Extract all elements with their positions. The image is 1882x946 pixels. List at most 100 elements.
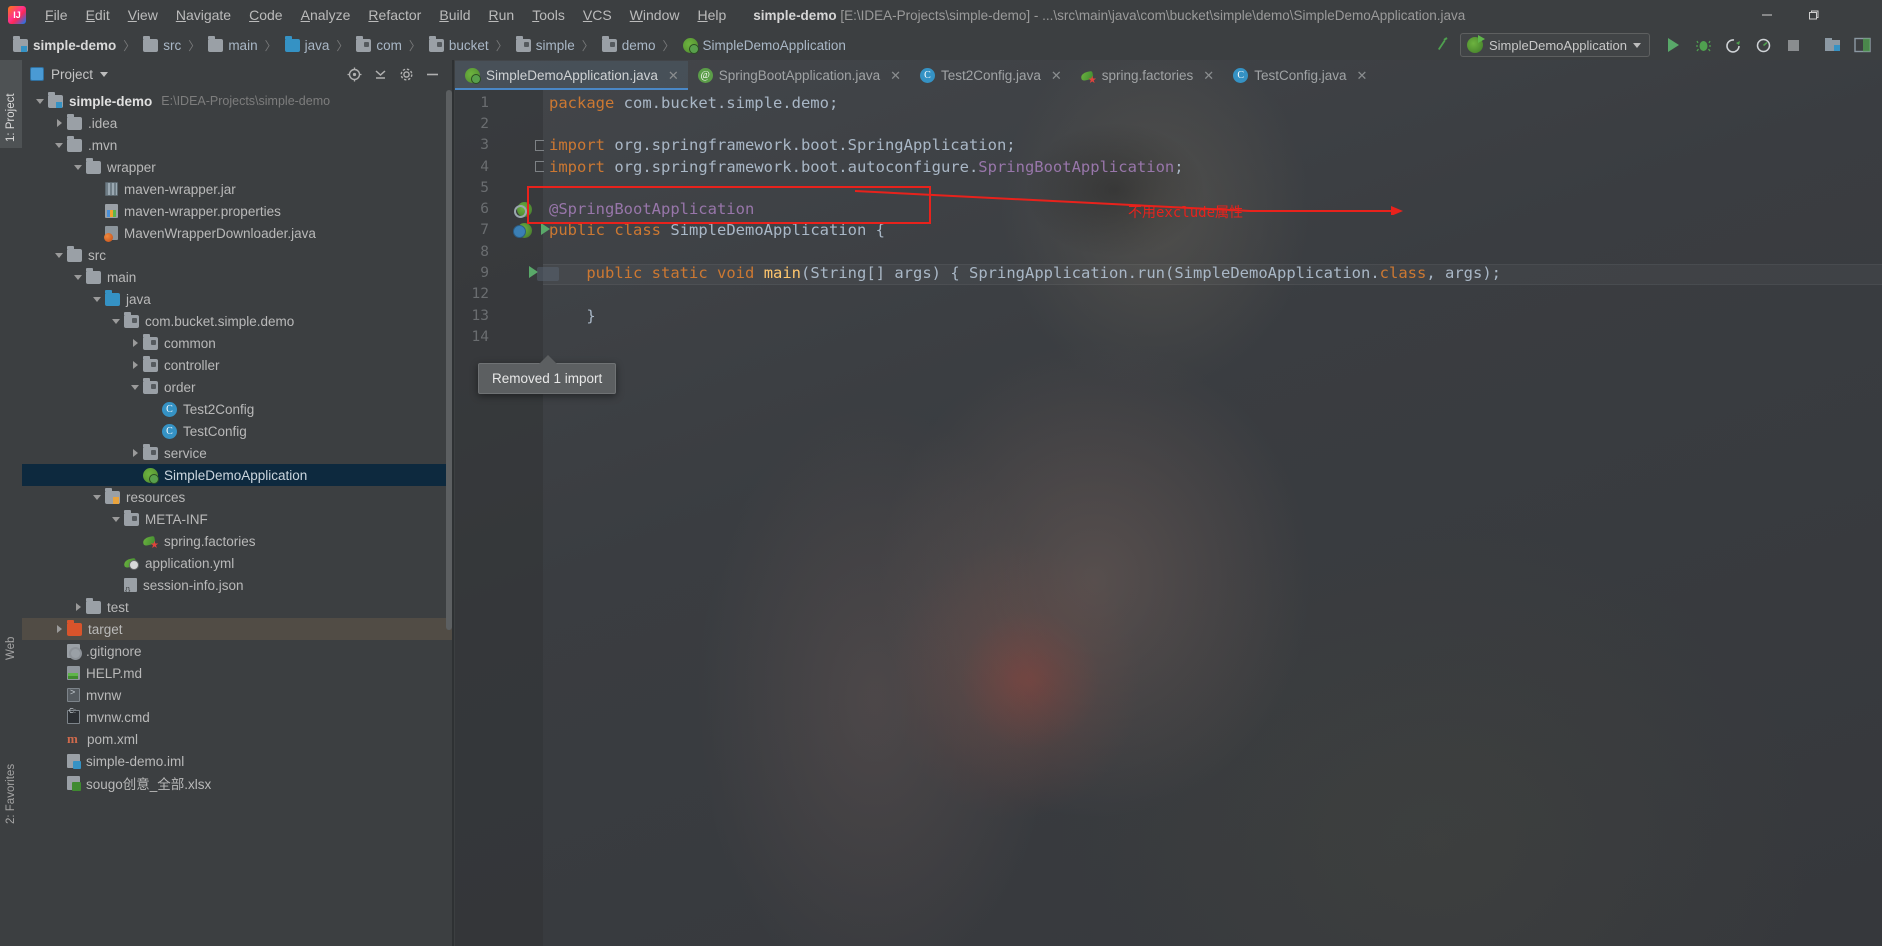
close-tab-icon[interactable]: ✕: [1357, 68, 1368, 84]
menu-view[interactable]: View: [119, 4, 167, 26]
tree-row-session-info-json[interactable]: session-info.json: [22, 574, 453, 596]
menu-run[interactable]: Run: [479, 4, 523, 26]
locate-icon[interactable]: [346, 66, 363, 83]
editor-tab-simpledemoapplication-java[interactable]: SimpleDemoApplication.java ✕: [455, 61, 688, 90]
menu-vcs[interactable]: VCS: [574, 4, 621, 26]
code-fold-icon[interactable]: [535, 161, 544, 173]
hide-panel-icon[interactable]: [424, 66, 441, 83]
tree-row-test2config[interactable]: C Test2Config: [22, 398, 453, 420]
tree-row--mvn[interactable]: .mvn: [22, 134, 453, 156]
build-icon[interactable]: [1430, 33, 1456, 57]
gutter-marker-area[interactable]: [489, 326, 543, 347]
breadcrumb-item-bucket[interactable]: bucket 〉: [424, 30, 511, 60]
terminal-icon[interactable]: [1850, 33, 1876, 57]
tree-row-pom-xml[interactable]: m pom.xml: [22, 728, 453, 750]
stripe-button-web[interactable]: Web: [0, 600, 22, 666]
stripe-button-favorites[interactable]: 2: Favorites: [0, 720, 22, 830]
menu-file[interactable]: File: [36, 4, 77, 26]
panel-divider[interactable]: [452, 60, 454, 946]
menu-navigate[interactable]: Navigate: [167, 4, 240, 26]
gutter-marker-area[interactable]: [489, 92, 543, 113]
tree-row--idea[interactable]: .idea: [22, 112, 453, 134]
project-file-tree[interactable]: simple-demo E:\IDEA-Projects\simple-demo.…: [22, 88, 453, 946]
tree-row-main[interactable]: main: [22, 266, 453, 288]
run-gutter-icon[interactable]: [541, 222, 550, 235]
menu-code[interactable]: Code: [240, 4, 291, 26]
tree-row-service[interactable]: service: [22, 442, 453, 464]
gutter-marker-area[interactable]: [489, 220, 550, 241]
breadcrumb-item-simple-demo[interactable]: simple-demo 〉: [8, 30, 138, 60]
gutter-marker-area[interactable]: [489, 177, 543, 198]
code-fold-icon[interactable]: [535, 139, 544, 151]
tree-row-src[interactable]: src: [22, 244, 453, 266]
menu-help[interactable]: Help: [688, 4, 735, 26]
debug-icon[interactable]: [1690, 33, 1716, 57]
tree-expander-down-icon[interactable]: [89, 288, 105, 310]
tree-row-maven-wrapper-jar[interactable]: maven-wrapper.jar: [22, 178, 453, 200]
chevron-down-icon[interactable]: [100, 71, 109, 77]
tree-row-application-yml[interactable]: application.yml: [22, 552, 453, 574]
tree-expander-down-icon[interactable]: [127, 376, 143, 398]
tree-expander-down-icon[interactable]: [70, 266, 86, 288]
breadcrumb-item-main[interactable]: main 〉: [203, 30, 279, 60]
gutter-marker-area[interactable]: [489, 241, 543, 262]
tree-expander-down-icon[interactable]: [108, 310, 124, 332]
tree-row-simple-demo-iml[interactable]: simple-demo.iml: [22, 750, 453, 772]
spring-bean-gutter-icon[interactable]: [514, 201, 532, 218]
maximize-restore-icon[interactable]: [1790, 0, 1836, 30]
close-tab-icon[interactable]: ✕: [668, 68, 679, 84]
tree-row-wrapper[interactable]: wrapper: [22, 156, 453, 178]
tree-row-spring-factories[interactable]: spring.factories: [22, 530, 453, 552]
gear-icon[interactable]: [398, 66, 415, 83]
collapse-all-icon[interactable]: [372, 66, 389, 83]
close-tab-icon[interactable]: ✕: [890, 68, 901, 84]
close-tab-icon[interactable]: ✕: [1203, 68, 1214, 84]
tree-row-simpledemoapplication[interactable]: SimpleDemoApplication: [22, 464, 453, 486]
tree-expander-right-icon[interactable]: [127, 354, 143, 376]
run-with-coverage-icon[interactable]: [1720, 33, 1746, 57]
tree-row-controller[interactable]: controller: [22, 354, 453, 376]
project-structure-icon[interactable]: [1820, 33, 1846, 57]
tree-row-target[interactable]: target: [22, 618, 453, 640]
tree-row-order[interactable]: order: [22, 376, 453, 398]
spring-bean-gutter-icon[interactable]: [513, 222, 532, 238]
editor-tab-spring-factories[interactable]: spring.factories ✕: [1071, 61, 1223, 90]
tree-row-mavenwrapperdownloader-java[interactable]: MavenWrapperDownloader.java: [22, 222, 453, 244]
minimize-button[interactable]: [1744, 0, 1790, 30]
tree-row-maven-wrapper-properties[interactable]: maven-wrapper.properties: [22, 200, 453, 222]
tree-row-common[interactable]: common: [22, 332, 453, 354]
editor-scroll-rail[interactable]: [1869, 90, 1882, 946]
gutter-marker-area[interactable]: [489, 135, 544, 156]
menu-edit[interactable]: Edit: [77, 4, 119, 26]
tree-expander-right-icon[interactable]: [51, 112, 67, 134]
tree-row-help-md[interactable]: HELP.md: [22, 662, 453, 684]
breadcrumb-item-simpledemoapplication[interactable]: SimpleDemoApplication: [678, 30, 849, 60]
tree-row-sougo创意_全部-xlsx[interactable]: sougo创意_全部.xlsx: [22, 772, 453, 794]
editor-tab-test2config-java[interactable]: C Test2Config.java ✕: [910, 61, 1071, 90]
close-button[interactable]: [1836, 0, 1882, 30]
menu-window[interactable]: Window: [621, 4, 689, 26]
tree-row-resources[interactable]: resources: [22, 486, 453, 508]
gutter-marker-area[interactable]: [489, 199, 543, 220]
menu-analyze[interactable]: Analyze: [292, 4, 360, 26]
tree-expander-down-icon[interactable]: [32, 90, 48, 112]
profile-icon[interactable]: [1750, 33, 1776, 57]
tree-row-meta-inf[interactable]: META-INF: [22, 508, 453, 530]
folded-code-placeholder[interactable]: [537, 266, 559, 281]
editor-tab-testconfig-java[interactable]: C TestConfig.java ✕: [1223, 61, 1376, 90]
tree-row-com-bucket-simple-demo[interactable]: com.bucket.simple.demo: [22, 310, 453, 332]
tree-expander-right-icon[interactable]: [70, 596, 86, 618]
breadcrumb-item-com[interactable]: com 〉: [351, 30, 424, 60]
tree-expander-right-icon[interactable]: [51, 618, 67, 640]
gutter-marker-area[interactable]: [489, 305, 543, 326]
breadcrumb-item-src[interactable]: src 〉: [138, 30, 203, 60]
menu-build[interactable]: Build: [430, 4, 479, 26]
tree-row-mvnw[interactable]: mvnw: [22, 684, 453, 706]
run-icon[interactable]: [1660, 33, 1686, 57]
tree-row-test[interactable]: test: [22, 596, 453, 618]
tree-row-mvnw-cmd[interactable]: mvnw.cmd: [22, 706, 453, 728]
tree-expander-right-icon[interactable]: [127, 442, 143, 464]
tree-row-testconfig[interactable]: C TestConfig: [22, 420, 453, 442]
breadcrumb-item-demo[interactable]: demo 〉: [597, 30, 678, 60]
tree-expander-down-icon[interactable]: [51, 244, 67, 266]
